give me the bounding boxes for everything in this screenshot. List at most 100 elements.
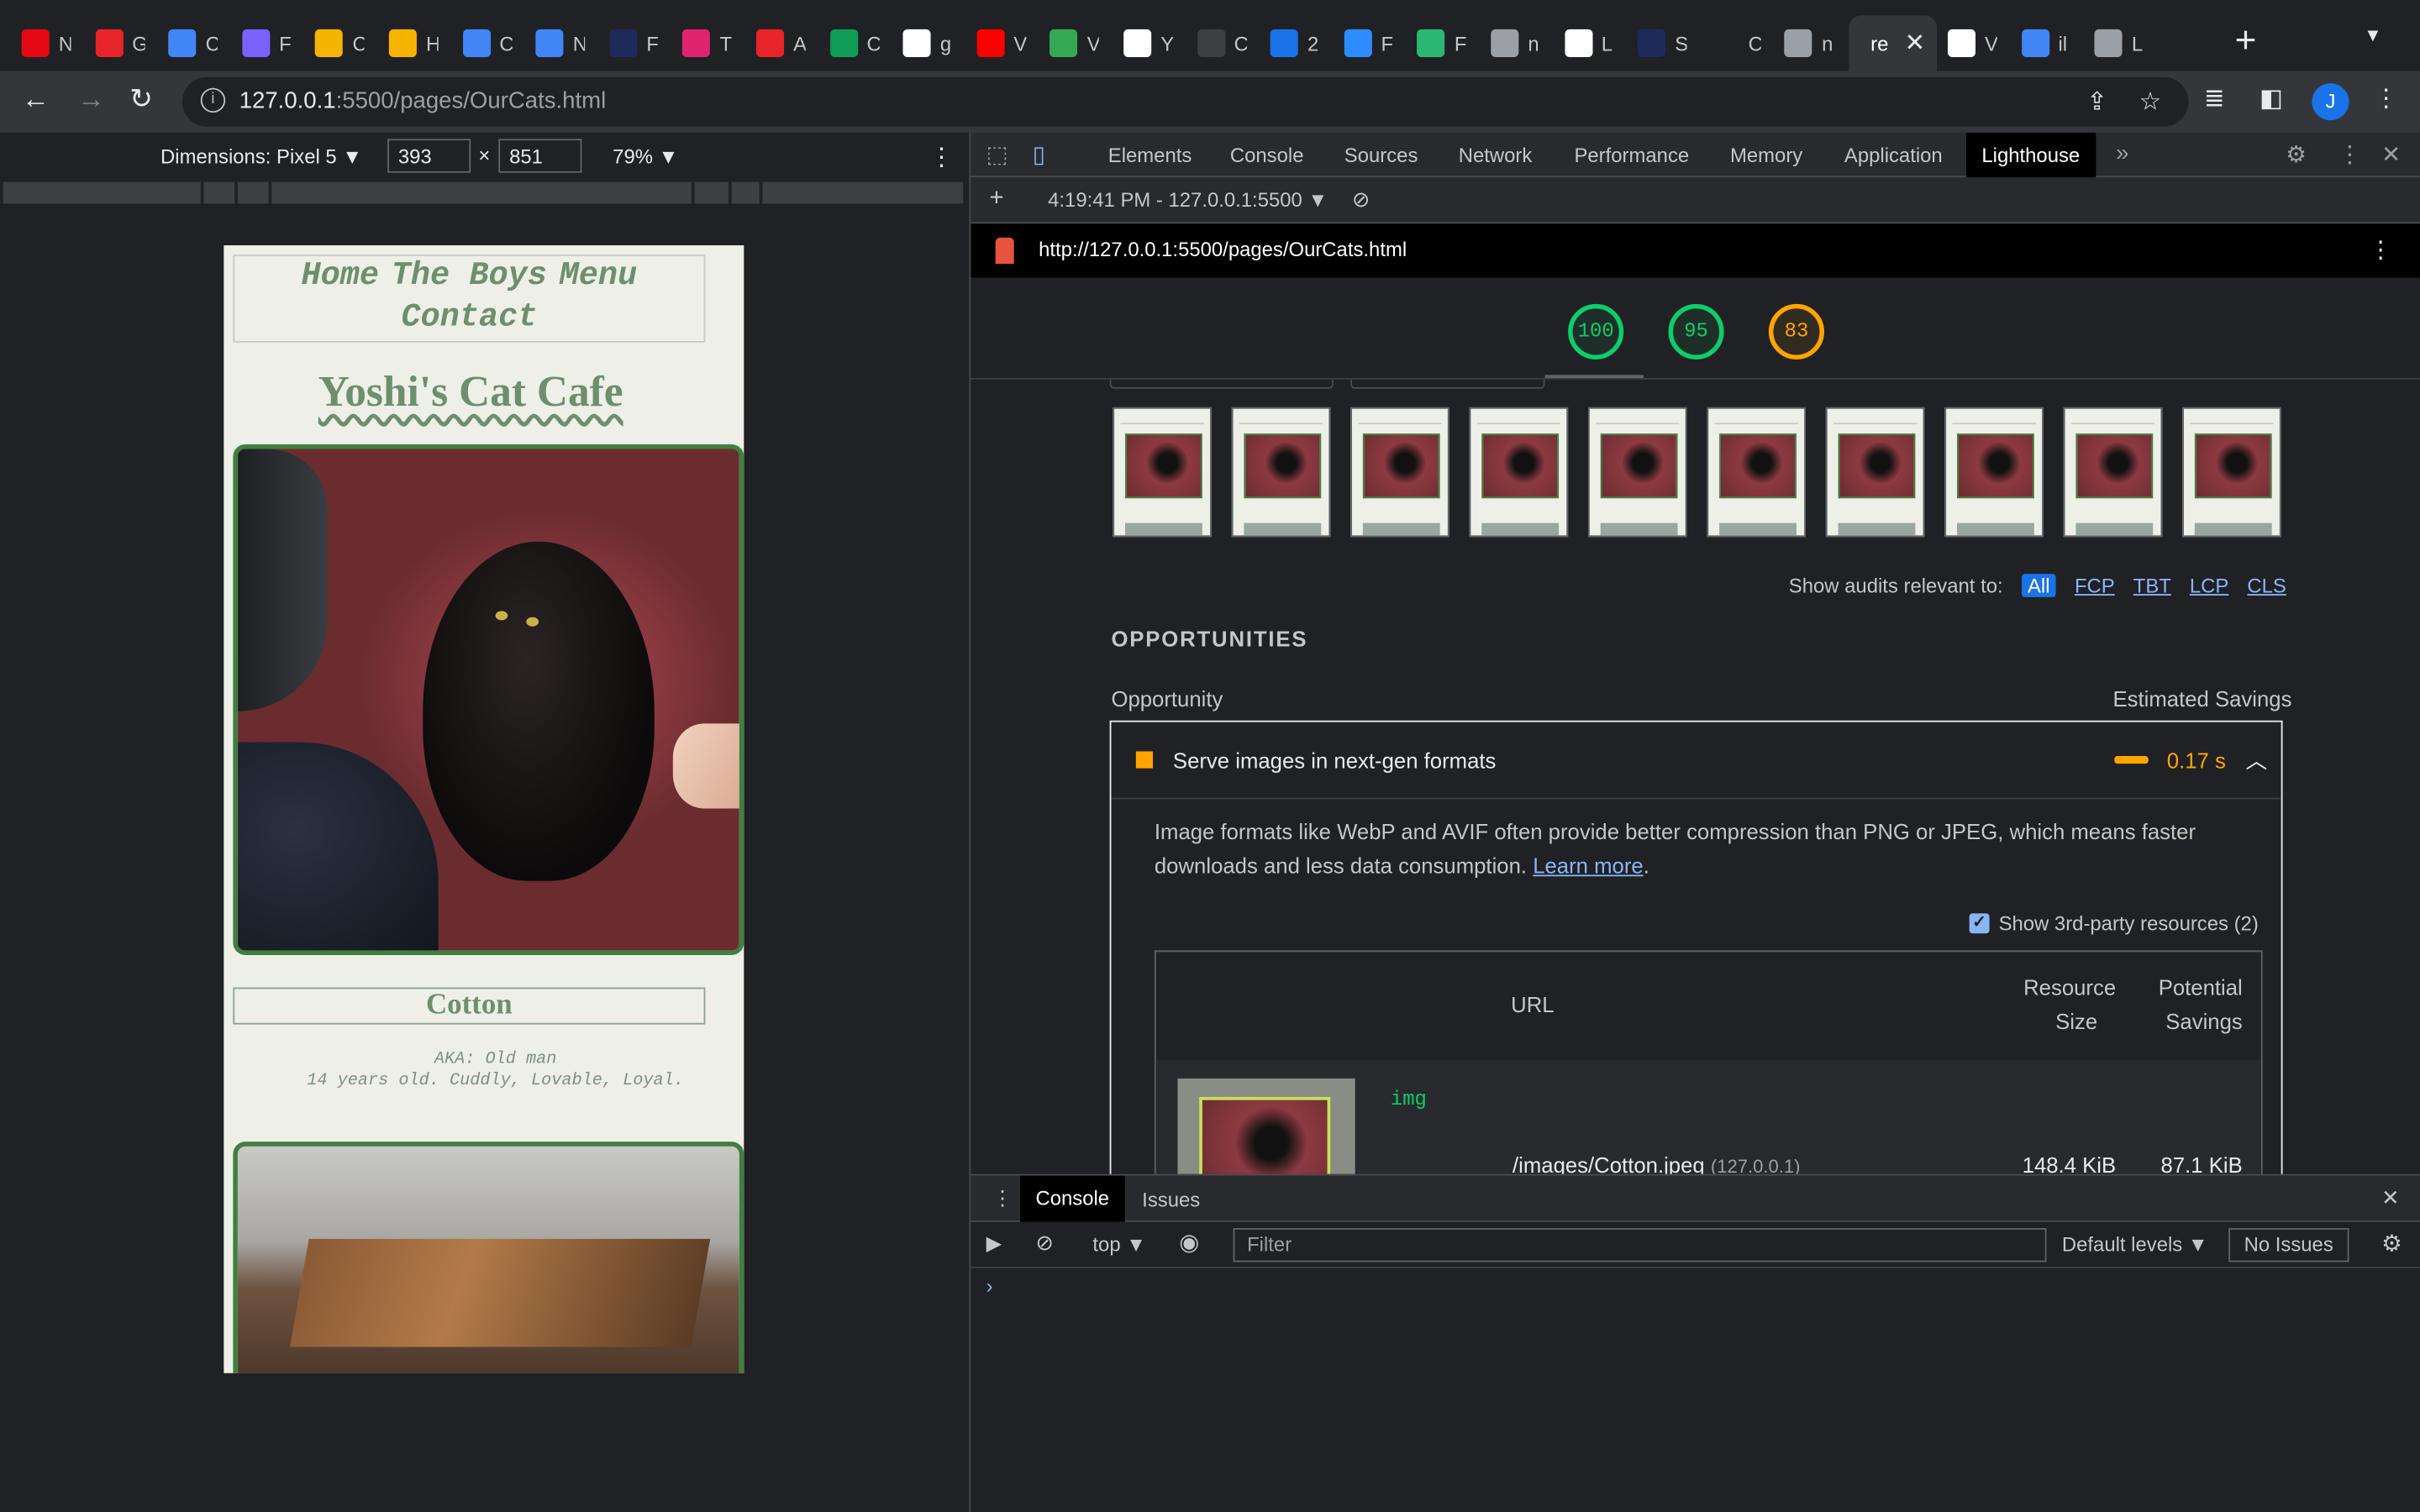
height-input[interactable]: [498, 139, 582, 173]
score-gauge-best-practices[interactable]: 83: [1768, 303, 1825, 360]
nav-menu-link[interactable]: Menu: [560, 260, 638, 295]
browser-tab[interactable]: F: [609, 22, 659, 65]
report-select[interactable]: 4:19:41 PM - 127.0.0.1:5500 ▼: [1048, 188, 1328, 212]
sidebar-toggle-icon[interactable]: ▶: [986, 1231, 1002, 1256]
reload-icon[interactable]: ↻: [129, 83, 153, 116]
media-control-icon[interactable]: ≣: [2204, 83, 2225, 114]
settings-gear-icon[interactable]: ⚙: [2286, 140, 2307, 168]
nav-contact-link[interactable]: Contact: [401, 301, 537, 336]
score-gauge-accessibility[interactable]: 95: [1668, 303, 1724, 360]
tab-lighthouse[interactable]: Lighthouse: [1966, 132, 2096, 178]
clear-reports-icon[interactable]: ⊘: [1352, 186, 1370, 213]
table-row[interactable]: img /images/Cotton.jpeg (127.0.0.1) 148.…: [1155, 1059, 2261, 1174]
site-info-icon[interactable]: i: [200, 87, 226, 113]
close-drawer-icon[interactable]: ✕: [2381, 1185, 2400, 1211]
browser-tab[interactable]: L: [2094, 22, 2144, 65]
learn-more-link[interactable]: Learn more: [1533, 853, 1643, 878]
drawer-tab-console[interactable]: Console: [1020, 1175, 1125, 1222]
back-arrow-icon[interactable]: ←: [22, 83, 50, 116]
forward-arrow-icon[interactable]: →: [77, 83, 105, 116]
tab-network[interactable]: Network: [1459, 144, 1533, 167]
live-expression-eye-icon[interactable]: ◉: [1179, 1228, 1199, 1256]
context-select[interactable]: top ▼: [1092, 1233, 1145, 1257]
browser-tab[interactable]: V: [1050, 22, 1099, 65]
third-party-checkbox[interactable]: ✓: [1969, 913, 1990, 934]
filter-lcp[interactable]: LCP: [2190, 574, 2228, 597]
browser-tab[interactable]: C: [1711, 22, 1760, 65]
nav-home-link[interactable]: Home: [301, 260, 379, 295]
nav-the-boys-link[interactable]: The Boys: [392, 260, 547, 295]
third-party-toggle[interactable]: ✓ Show 3rd-party resources (2): [1969, 912, 2259, 935]
filter-cls[interactable]: CLS: [2247, 574, 2286, 597]
browser-tab[interactable]: L: [1564, 22, 1614, 65]
profile-avatar[interactable]: J: [2312, 83, 2349, 121]
browser-tab[interactable]: F: [1344, 22, 1393, 65]
console-prompt[interactable]: ›: [986, 1274, 993, 1298]
browser-tab[interactable]: il: [2021, 22, 2070, 65]
bookmark-star-icon[interactable]: ☆: [2139, 87, 2161, 118]
report-menu-icon[interactable]: ⋮: [2369, 236, 2392, 264]
browser-tab[interactable]: C: [168, 22, 218, 65]
browser-tab[interactable]: 2: [1270, 22, 1320, 65]
audit-header[interactable]: Serve images in next-gen formats 0.17 s …: [1111, 722, 2281, 800]
side-panel-icon[interactable]: ◧: [2260, 83, 2283, 114]
browser-tab[interactable]: C: [462, 22, 512, 65]
filter-tbt[interactable]: TBT: [2133, 574, 2171, 597]
close-tab-icon[interactable]: ✕: [1905, 28, 1926, 59]
browser-tab[interactable]: S: [1638, 22, 1687, 65]
zoom-select[interactable]: 79% ▼: [613, 145, 678, 169]
element-tag[interactable]: img: [1391, 1088, 1427, 1111]
browser-tab[interactable]: H: [388, 22, 439, 65]
tab-console[interactable]: Console: [1230, 144, 1304, 167]
browser-tab[interactable]: re ✕: [1849, 15, 1938, 71]
share-icon[interactable]: ⇪: [2086, 87, 2107, 118]
new-report-icon[interactable]: +: [989, 185, 1003, 213]
browser-tab[interactable]: F: [1417, 22, 1467, 65]
media-query-ruler[interactable]: [3, 181, 966, 204]
browser-tab[interactable]: C: [1197, 22, 1246, 65]
address-url[interactable]: 127.0.0.1:5500/pages/OurCats.html: [239, 88, 607, 114]
browser-tab[interactable]: n: [1784, 22, 1834, 65]
issues-counter[interactable]: No Issues: [2228, 1228, 2349, 1263]
score-gauge-performance[interactable]: 100: [1568, 303, 1624, 360]
drawer-menu-icon[interactable]: ⋮: [992, 1186, 1013, 1210]
inspect-element-icon[interactable]: ⬚: [986, 140, 1008, 168]
tab-application[interactable]: Application: [1844, 144, 1943, 167]
close-devtools-icon[interactable]: ✕: [2381, 140, 2401, 168]
browser-tab[interactable]: A: [756, 22, 806, 65]
tab-sources[interactable]: Sources: [1344, 144, 1418, 167]
tab-search-chevron-icon[interactable]: ▾: [2368, 22, 2379, 48]
browser-tab[interactable]: T: [682, 22, 733, 65]
devtools-menu-icon[interactable]: ⋮: [2338, 140, 2362, 168]
more-tabs-icon[interactable]: »: [2116, 140, 2128, 166]
browser-tab[interactable]: N: [21, 22, 71, 65]
device-select[interactable]: Dimensions: Pixel 5 ▼: [160, 145, 362, 169]
tab-elements[interactable]: Elements: [1108, 144, 1192, 167]
browser-tab[interactable]: G: [95, 22, 145, 65]
tab-performance[interactable]: Performance: [1574, 144, 1689, 167]
browser-menu-icon[interactable]: ⋮: [2374, 83, 2398, 114]
clear-console-icon[interactable]: ⊘: [1035, 1230, 1054, 1256]
browser-tab[interactable]: g: [902, 22, 953, 65]
address-bar[interactable]: i 127.0.0.1:5500/pages/OurCats.html ⇪ ☆: [182, 76, 2189, 127]
browser-tab[interactable]: C: [829, 22, 879, 65]
chevron-up-icon[interactable]: ︿: [2245, 745, 2267, 776]
new-tab-button[interactable]: +: [2235, 20, 2257, 63]
browser-tab[interactable]: C: [315, 22, 365, 65]
console-filter-input[interactable]: Filter: [1233, 1228, 2047, 1263]
browser-tab[interactable]: V: [976, 22, 1026, 65]
resource-url[interactable]: /images/Cotton.jpeg (127.0.0.1): [1512, 1152, 1800, 1174]
browser-tab[interactable]: n: [1491, 22, 1540, 65]
more-options-icon[interactable]: ⋮: [929, 142, 954, 173]
browser-tab[interactable]: F: [241, 22, 292, 65]
tab-memory[interactable]: Memory: [1730, 144, 1802, 167]
browser-tab[interactable]: N: [535, 22, 585, 65]
device-toggle-icon[interactable]: ▯: [1033, 140, 1045, 168]
browser-tab[interactable]: Y: [1123, 22, 1173, 65]
width-input[interactable]: [387, 139, 471, 173]
report-url[interactable]: http://127.0.0.1:5500/pages/OurCats.html: [1039, 238, 1407, 261]
filter-fcp[interactable]: FCP: [2075, 574, 2115, 597]
browser-tab[interactable]: V: [1947, 22, 1997, 65]
log-levels-select[interactable]: Default levels ▼: [2062, 1233, 2208, 1257]
filter-all[interactable]: All: [2021, 574, 2056, 597]
